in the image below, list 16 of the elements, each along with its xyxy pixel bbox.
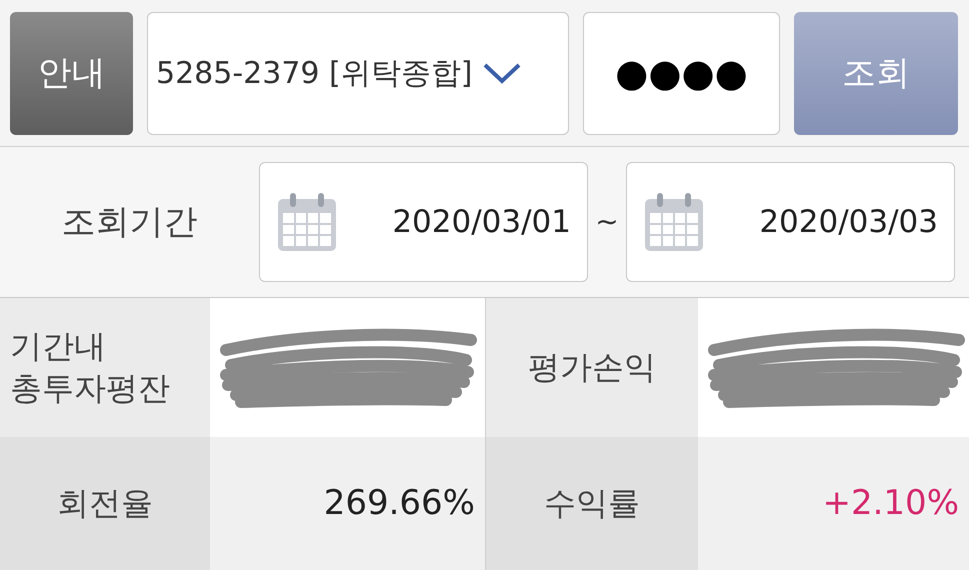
field-value: +2.10% <box>822 482 959 525</box>
info-button[interactable]: 안내 <box>10 12 133 134</box>
start-date-field[interactable]: 2020/03/01 <box>259 162 588 282</box>
calendar-icon <box>276 191 338 253</box>
account-dropdown[interactable]: 5285-2379 [위탁종합] <box>147 12 569 134</box>
field-value: 269.66% <box>324 482 475 525</box>
end-date-field[interactable]: 2020/03/03 <box>626 162 955 282</box>
period-label: 조회기간 <box>60 200 198 244</box>
password-field[interactable]: ●●●● <box>583 12 780 134</box>
calendar-icon <box>643 191 705 253</box>
field-label: 수익률 <box>543 482 641 524</box>
chevron-down-icon <box>482 61 522 85</box>
field-label: 평가손익 <box>527 346 657 388</box>
date-separator: ~ <box>594 204 620 240</box>
field-label: 회전율 <box>56 482 154 524</box>
field-label: 기간내 총투자평잔 <box>9 326 170 408</box>
